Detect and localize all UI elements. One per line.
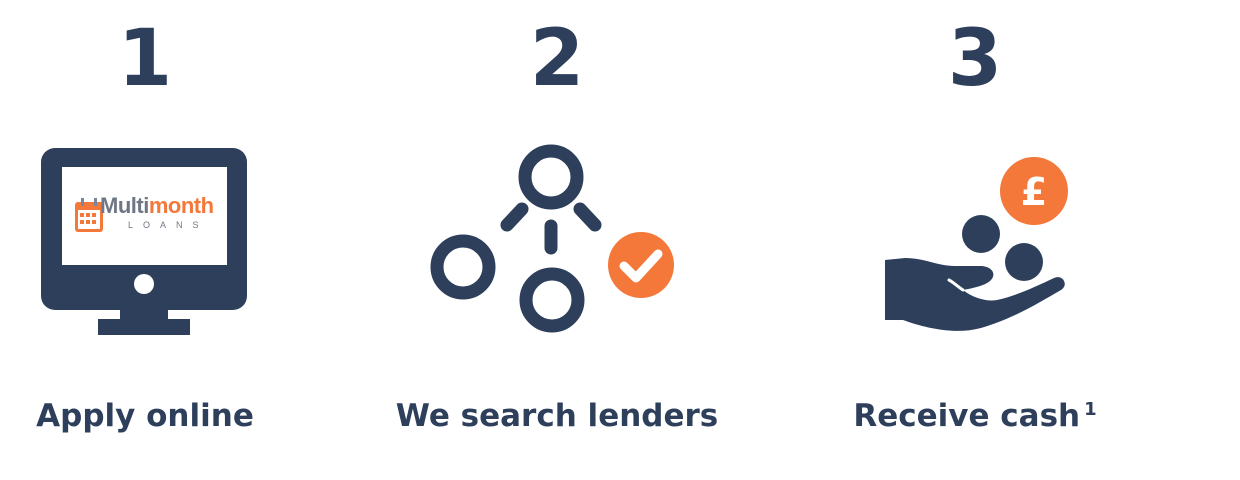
network-search-icon bbox=[430, 144, 674, 333]
logo-calendar-icon bbox=[75, 198, 103, 232]
step-number: 3 bbox=[947, 14, 1003, 104]
step-search-lenders: 2 We search lenders bbox=[387, 0, 727, 480]
step-label: Apply online bbox=[36, 398, 254, 434]
logo-text-multi: Multi bbox=[100, 193, 149, 218]
step-apply-online: 1 Multimonth LOANS Apply online bbox=[0, 0, 315, 480]
logo-text-loans: LOANS bbox=[128, 220, 209, 230]
logo-text-month: month bbox=[148, 193, 214, 218]
hand-coins-icon bbox=[885, 157, 1068, 331]
step-label: We search lenders bbox=[395, 398, 719, 434]
footnote-marker: 1 bbox=[1084, 399, 1097, 420]
pound-symbol: £ bbox=[1020, 170, 1048, 214]
step-number: 1 bbox=[117, 14, 173, 104]
step-number: 2 bbox=[529, 14, 585, 104]
step-receive-cash: 3 £ Receive cash 1 bbox=[805, 0, 1145, 480]
step-label-text: Receive cash bbox=[853, 398, 1081, 434]
check-badge-icon bbox=[608, 232, 674, 298]
brand-logo: Multimonth LOANS bbox=[100, 193, 225, 241]
step-label: Receive cash 1 bbox=[805, 393, 1145, 439]
monitor-icon: Multimonth LOANS bbox=[0, 130, 315, 360]
